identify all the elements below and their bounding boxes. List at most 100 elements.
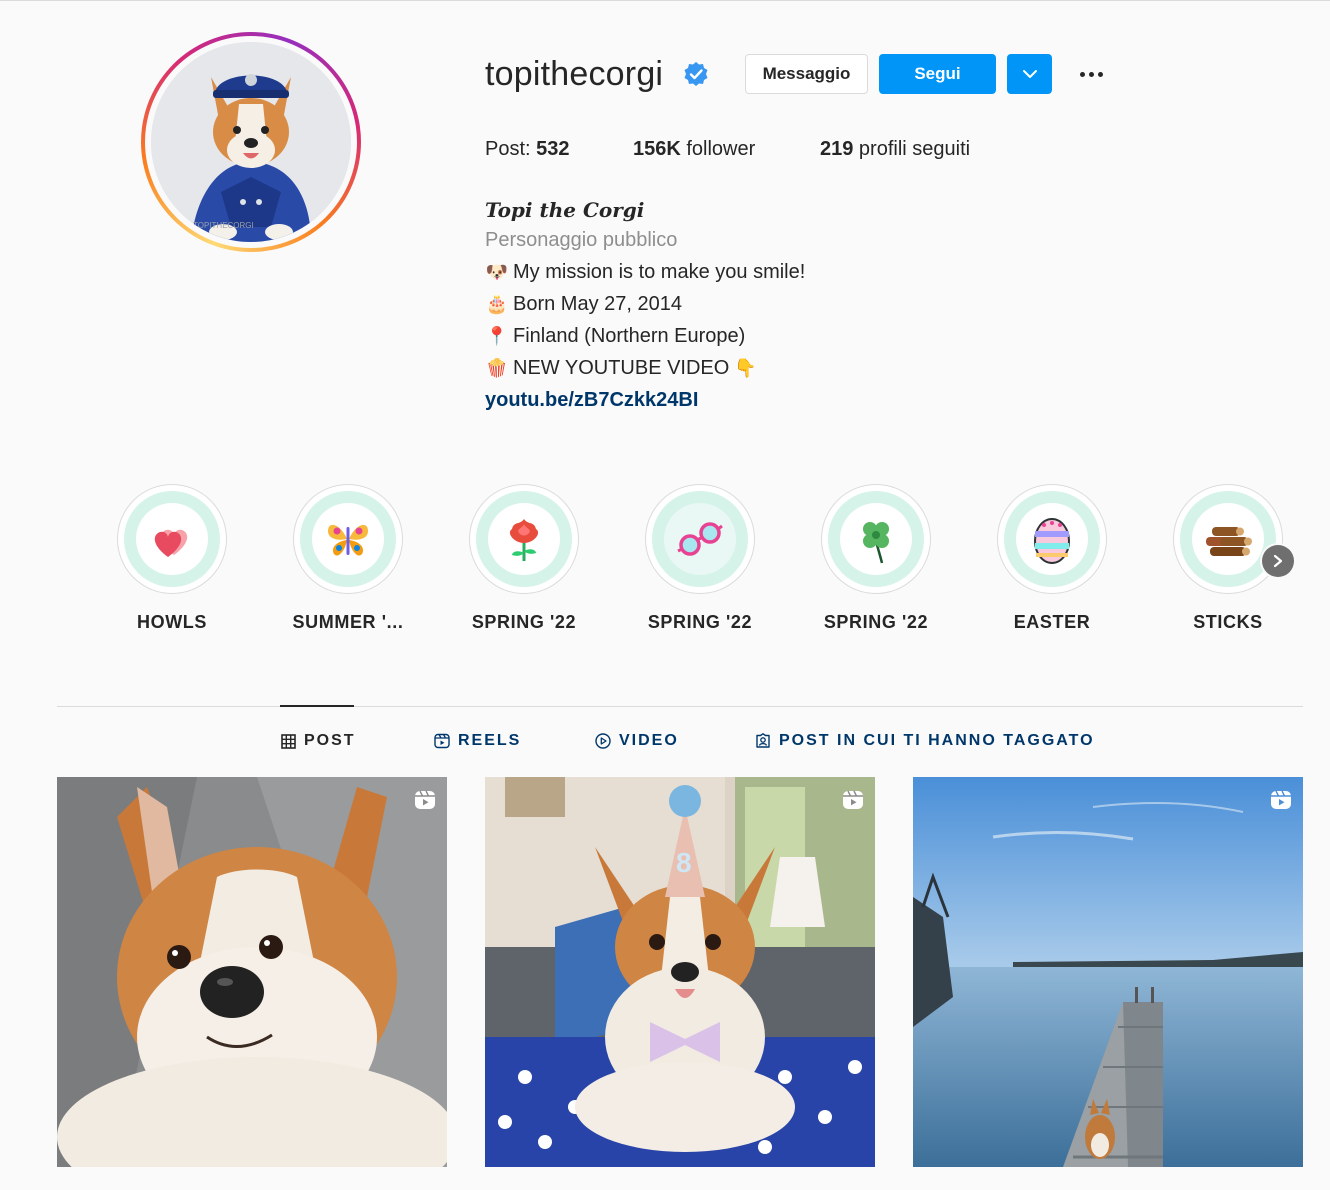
followers-value: 156K <box>633 138 681 160</box>
post-thumbnail[interactable]: 8 <box>485 777 875 1167</box>
bio-line: 🐶 My mission is to make you smile! <box>485 256 806 288</box>
highlight-cover <box>136 503 208 575</box>
reels-icon <box>434 733 450 749</box>
cake-emoji-icon: 🎂 <box>485 294 509 314</box>
bio-text: Finland (Northern Europe) <box>513 325 746 347</box>
posts-value: 532 <box>536 138 570 160</box>
post-thumbnail[interactable] <box>57 777 447 1167</box>
corgi-on-pier-image <box>913 777 1303 1167</box>
highlight-summer[interactable]: SUMMER '... <box>292 484 404 632</box>
grid-icon <box>281 733 296 749</box>
highlight-background <box>124 491 220 587</box>
highlight-spring-flower[interactable]: SPRING '22 <box>468 484 580 632</box>
tab-posts[interactable]: POST <box>281 732 356 750</box>
category-label: Personaggio pubblico <box>485 229 678 251</box>
avatar-watermark: TOPITHECORGI <box>193 221 254 230</box>
highlight-ring <box>645 484 755 594</box>
clover-icon <box>863 522 889 564</box>
followers-link[interactable]: 156K follower <box>633 136 755 162</box>
username: topithecorgi <box>485 55 664 93</box>
posts-count: Post: 532 <box>485 136 570 162</box>
highlights-next-button[interactable] <box>1262 545 1294 577</box>
highlight-howls[interactable]: HOWLS <box>116 484 228 632</box>
story-ring[interactable]: TOPITHECORGI <box>141 32 361 252</box>
following-value: 219 <box>820 138 854 160</box>
easter-egg-icon <box>1034 518 1070 564</box>
avatar[interactable]: TOPITHECORGI <box>151 42 351 242</box>
flower-icon <box>509 519 539 561</box>
highlight-sticks[interactable]: STICKS <box>1172 484 1284 632</box>
bio-line: 🎂 Born May 27, 2014 <box>485 288 682 320</box>
highlight-label: STICKS <box>1193 612 1263 632</box>
hearts-icon <box>154 529 188 557</box>
corgi-birthday-hat-image: 8 <box>485 777 875 1167</box>
highlight-label: SPRING '22 <box>823 612 929 632</box>
chevron-down-icon <box>1022 70 1037 78</box>
following-link[interactable]: 219 profili seguiti <box>820 136 970 162</box>
bio-line: 📍 Finland (Northern Europe) <box>485 320 746 352</box>
highlight-background <box>652 491 748 587</box>
follow-button[interactable]: Segui <box>879 54 996 94</box>
highlight-cover <box>840 503 912 575</box>
tab-video[interactable]: VIDEO <box>595 732 679 750</box>
highlight-ring <box>293 484 403 594</box>
highlight-ring <box>997 484 1107 594</box>
active-tab-indicator <box>280 705 354 707</box>
sunglasses-icon <box>677 522 723 556</box>
avatar-corgi-police-image: TOPITHECORGI <box>151 42 351 242</box>
tab-reels[interactable]: REELS <box>434 732 521 750</box>
reel-indicator-icon <box>1271 790 1291 809</box>
highlight-background <box>828 491 924 587</box>
highlight-background <box>1004 491 1100 587</box>
bio-line: 🍿 NEW YOUTUBE VIDEO 👇 <box>485 352 757 384</box>
highlight-ring <box>1173 484 1283 594</box>
pointing-down-emoji-icon: 👇 <box>734 358 757 378</box>
more-dot-icon <box>1097 71 1103 77</box>
bio-text: Born May 27, 2014 <box>513 293 682 315</box>
tab-label: VIDEO <box>619 732 679 749</box>
bio-link[interactable]: youtu.be/zB7Czkk24BI <box>485 384 698 416</box>
highlight-label: HOWLS <box>137 612 207 632</box>
highlight-label: SPRING '22 <box>647 612 753 632</box>
following-label: profili seguiti <box>853 138 971 160</box>
highlight-cover <box>1016 503 1088 575</box>
highlight-label: SPRING '22 <box>471 612 577 632</box>
logs-icon <box>1206 527 1252 556</box>
highlight-spring-glasses[interactable]: SPRING '22 <box>644 484 756 632</box>
corgi-closeup-image <box>57 777 447 1167</box>
highlight-ring <box>117 484 227 594</box>
butterfly-icon <box>328 524 368 556</box>
highlight-easter[interactable]: EASTER <box>996 484 1108 632</box>
verified-badge-icon <box>684 62 708 86</box>
suggested-accounts-dropdown-button[interactable] <box>1007 54 1052 94</box>
tabs-divider <box>57 706 1303 707</box>
reel-indicator-icon <box>843 790 863 809</box>
highlight-ring <box>469 484 579 594</box>
top-border <box>0 0 1330 1</box>
post-thumbnail[interactable] <box>913 777 1303 1167</box>
highlight-background <box>476 491 572 587</box>
tagged-icon <box>756 733 770 748</box>
bio-text: NEW YOUTUBE VIDEO <box>513 357 730 379</box>
highlight-background <box>300 491 396 587</box>
posts-label: Post: <box>485 138 537 160</box>
tab-label: POST IN CUI TI HANNO TAGGATO <box>779 732 1095 749</box>
highlight-cover <box>312 503 384 575</box>
more-dot-icon <box>1079 71 1085 77</box>
dog-emoji-icon: 🐶 <box>485 262 509 282</box>
reel-indicator-icon <box>415 790 435 809</box>
more-dot-icon <box>1088 71 1094 77</box>
more-options-button[interactable] <box>1073 60 1109 88</box>
full-name: Topi the Corgi <box>485 198 645 222</box>
highlight-cover <box>664 503 736 575</box>
tab-tagged[interactable]: POST IN CUI TI HANNO TAGGATO <box>755 732 1095 750</box>
highlight-label: SUMMER '... <box>292 612 404 632</box>
highlight-cover <box>1192 503 1264 575</box>
tab-label: REELS <box>458 732 522 749</box>
highlight-spring-clover[interactable]: SPRING '22 <box>820 484 932 632</box>
highlight-background <box>1180 491 1276 587</box>
play-icon <box>595 733 611 749</box>
message-button[interactable]: Messaggio <box>745 54 868 94</box>
popcorn-emoji-icon: 🍿 <box>485 358 509 378</box>
tab-label: POST <box>304 732 356 749</box>
